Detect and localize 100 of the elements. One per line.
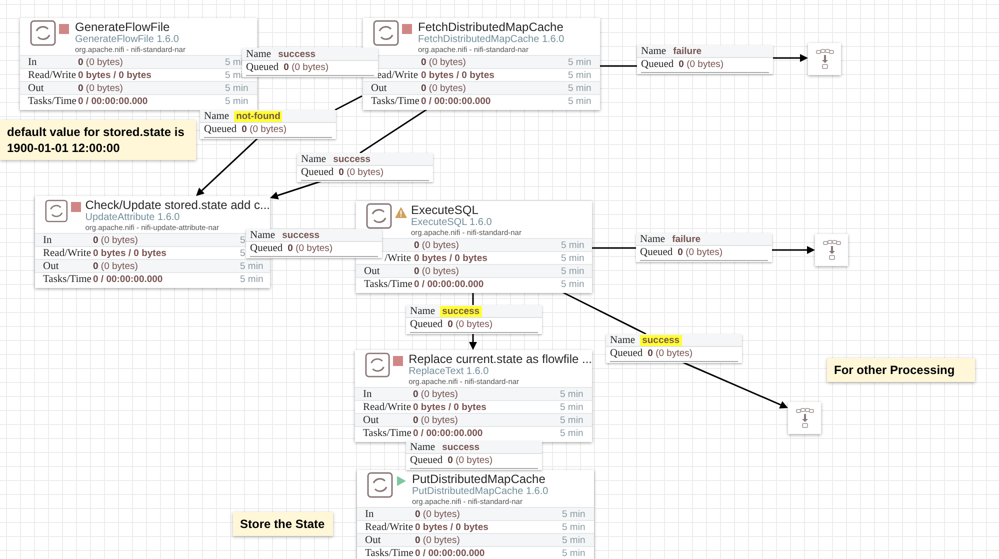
stat-label: Out — [363, 414, 380, 426]
field-label: Queued — [410, 454, 443, 466]
stat-value: 0 (0 bytes) — [421, 56, 467, 68]
connection-label[interactable]: Name not-found Queued 0 (0 bytes) — [200, 110, 336, 139]
stat-label: In — [363, 388, 373, 400]
stat-value: 0 / 00:00:00.000 — [78, 96, 149, 106]
relationship-name: failure — [671, 234, 702, 244]
stat-label: Tasks/Time — [371, 96, 420, 106]
stat-window: 5 min — [561, 252, 592, 264]
connection-arrow — [772, 54, 808, 62]
processor-name: Check/Update stored.state add c... — [85, 198, 270, 212]
stat-label: Out — [365, 534, 382, 546]
funnel-node[interactable] — [815, 234, 848, 266]
stat-label: In — [365, 508, 375, 520]
stat-value: 0 (0 bytes) — [413, 414, 459, 426]
queued-count: 0 (0 bytes) — [648, 348, 693, 358]
stat-value: 0 / 00:00:00.000 — [421, 96, 492, 106]
field-label: Queued — [410, 318, 443, 330]
stat-label: Out — [364, 266, 381, 276]
note-label: default value for stored.state is 1900-01-01 12:00:00 — [0, 120, 196, 160]
processor-name: ExecuteSQL — [411, 203, 478, 217]
processor-name: GenerateFlowFile — [75, 20, 170, 34]
stat-label: Read/Write — [43, 248, 92, 258]
stat-window: 5 min — [560, 414, 592, 426]
stat-window: 5 min — [561, 240, 592, 250]
field-label: Name — [610, 334, 636, 346]
stat-window: 5 min — [562, 534, 594, 546]
stat-label: Tasks/Time — [43, 274, 92, 284]
connection-label[interactable]: Name success Queued 0 (0 bytes) — [242, 48, 378, 77]
connection-label[interactable]: Name success Queued 0 (0 bytes) — [406, 305, 542, 334]
note-label: For other Processing — [827, 358, 975, 382]
funnel-node[interactable] — [788, 402, 821, 434]
processor-type: UpdateAttribute 1.6.0 — [85, 212, 180, 223]
stat-value: 0 (0 bytes) — [414, 266, 460, 276]
connection-label[interactable]: Name success Queued 0 (0 bytes) — [606, 334, 742, 363]
relationship-name: success — [440, 306, 482, 316]
relationship-name: success — [441, 442, 481, 452]
queued-count: 0 (0 bytes) — [284, 62, 329, 72]
connection-label[interactable]: Name success Queued 0 (0 bytes) — [297, 153, 433, 182]
field-label: Queued — [250, 242, 283, 254]
relationship-name: success — [332, 154, 372, 164]
stat-value: 0 (0 bytes) — [415, 508, 461, 520]
processor-icon — [367, 472, 393, 498]
queued-count: 0 (0 bytes) — [678, 58, 724, 70]
funnel-icon — [796, 408, 814, 428]
funnel-icon — [822, 240, 840, 260]
stat-label: Tasks/Time — [28, 96, 78, 106]
stat-window: 5 min — [568, 96, 600, 106]
stat-window: 5 min — [225, 82, 257, 94]
processor-icon — [45, 198, 68, 224]
stat-window: 5 min — [561, 278, 592, 290]
processor-type: GenerateFlowFile 1.6.0 — [75, 34, 179, 45]
processor-type: FetchDistributedMapCache 1.6.0 — [418, 34, 564, 45]
stat-value: 0 bytes / 0 bytes — [78, 70, 152, 80]
funnel-icon — [816, 49, 834, 69]
field-label: Name — [204, 110, 230, 122]
stat-window: 5 min — [225, 96, 257, 106]
stat-value: 0 bytes / 0 bytes — [415, 522, 490, 532]
stat-value: 0 bytes / 0 bytes — [421, 70, 496, 80]
stat-window: 5 min — [560, 402, 592, 412]
processor-type: ReplaceText 1.6.0 — [408, 366, 489, 377]
stat-value: 0 / 00:00:00.000 — [414, 278, 485, 290]
connection-label[interactable]: Name success Queued 0 (0 bytes) — [246, 229, 382, 258]
stat-value: 0 (0 bytes) — [421, 82, 467, 94]
stat-window: 5 min — [560, 428, 592, 438]
relationship-name: failure — [672, 46, 703, 56]
stat-window: 5 min — [562, 522, 594, 532]
funnel-node[interactable] — [808, 43, 841, 75]
connection-label[interactable]: Name success Queued 0 (0 bytes) — [406, 441, 542, 470]
connection-arrow — [771, 246, 815, 254]
stat-value: 0 (0 bytes) — [93, 260, 139, 272]
stat-value: 0 (0 bytes) — [93, 234, 139, 246]
relationship-name: success — [640, 334, 682, 346]
processor-icon — [366, 203, 392, 229]
queued-count: 0 (0 bytes) — [448, 454, 493, 466]
stat-label: Tasks/Time — [365, 548, 414, 558]
stat-label: Out — [371, 82, 388, 94]
stat-value: 0 (0 bytes) — [78, 82, 124, 94]
stat-label: Tasks/Time — [364, 278, 414, 290]
connection-label[interactable]: Name failure Queued 0 (0 bytes) — [637, 45, 773, 74]
stat-value: 0 (0 bytes) — [415, 534, 461, 546]
field-label: Queued — [641, 58, 674, 70]
stat-value: 0 bytes / 0 bytes — [93, 248, 168, 258]
relationship-name: success — [277, 48, 317, 60]
connection-arrow — [196, 137, 259, 196]
stat-label: Read/Write — [28, 70, 77, 80]
connection-line — [472, 290, 474, 305]
stat-value: 0 (0 bytes) — [78, 56, 124, 68]
connection-label[interactable]: Name failure Queued 0 (0 bytes) — [636, 233, 772, 262]
processor-card[interactable] — [355, 350, 592, 442]
field-label: Name — [640, 234, 666, 244]
field-label: Queued — [640, 246, 673, 258]
stat-label: Tasks/Time — [363, 428, 412, 438]
processor-name: Replace current.state as flowfile ... — [408, 352, 592, 366]
processor-type: ExecuteSQL 1.6.0 — [411, 217, 492, 228]
stat-window: 5 min — [568, 70, 600, 80]
stat-label: Out — [43, 260, 60, 272]
stat-value: 0 / 00:00:00.000 — [415, 548, 486, 558]
stat-label: Out — [28, 82, 45, 94]
connection-arrow — [469, 333, 477, 350]
